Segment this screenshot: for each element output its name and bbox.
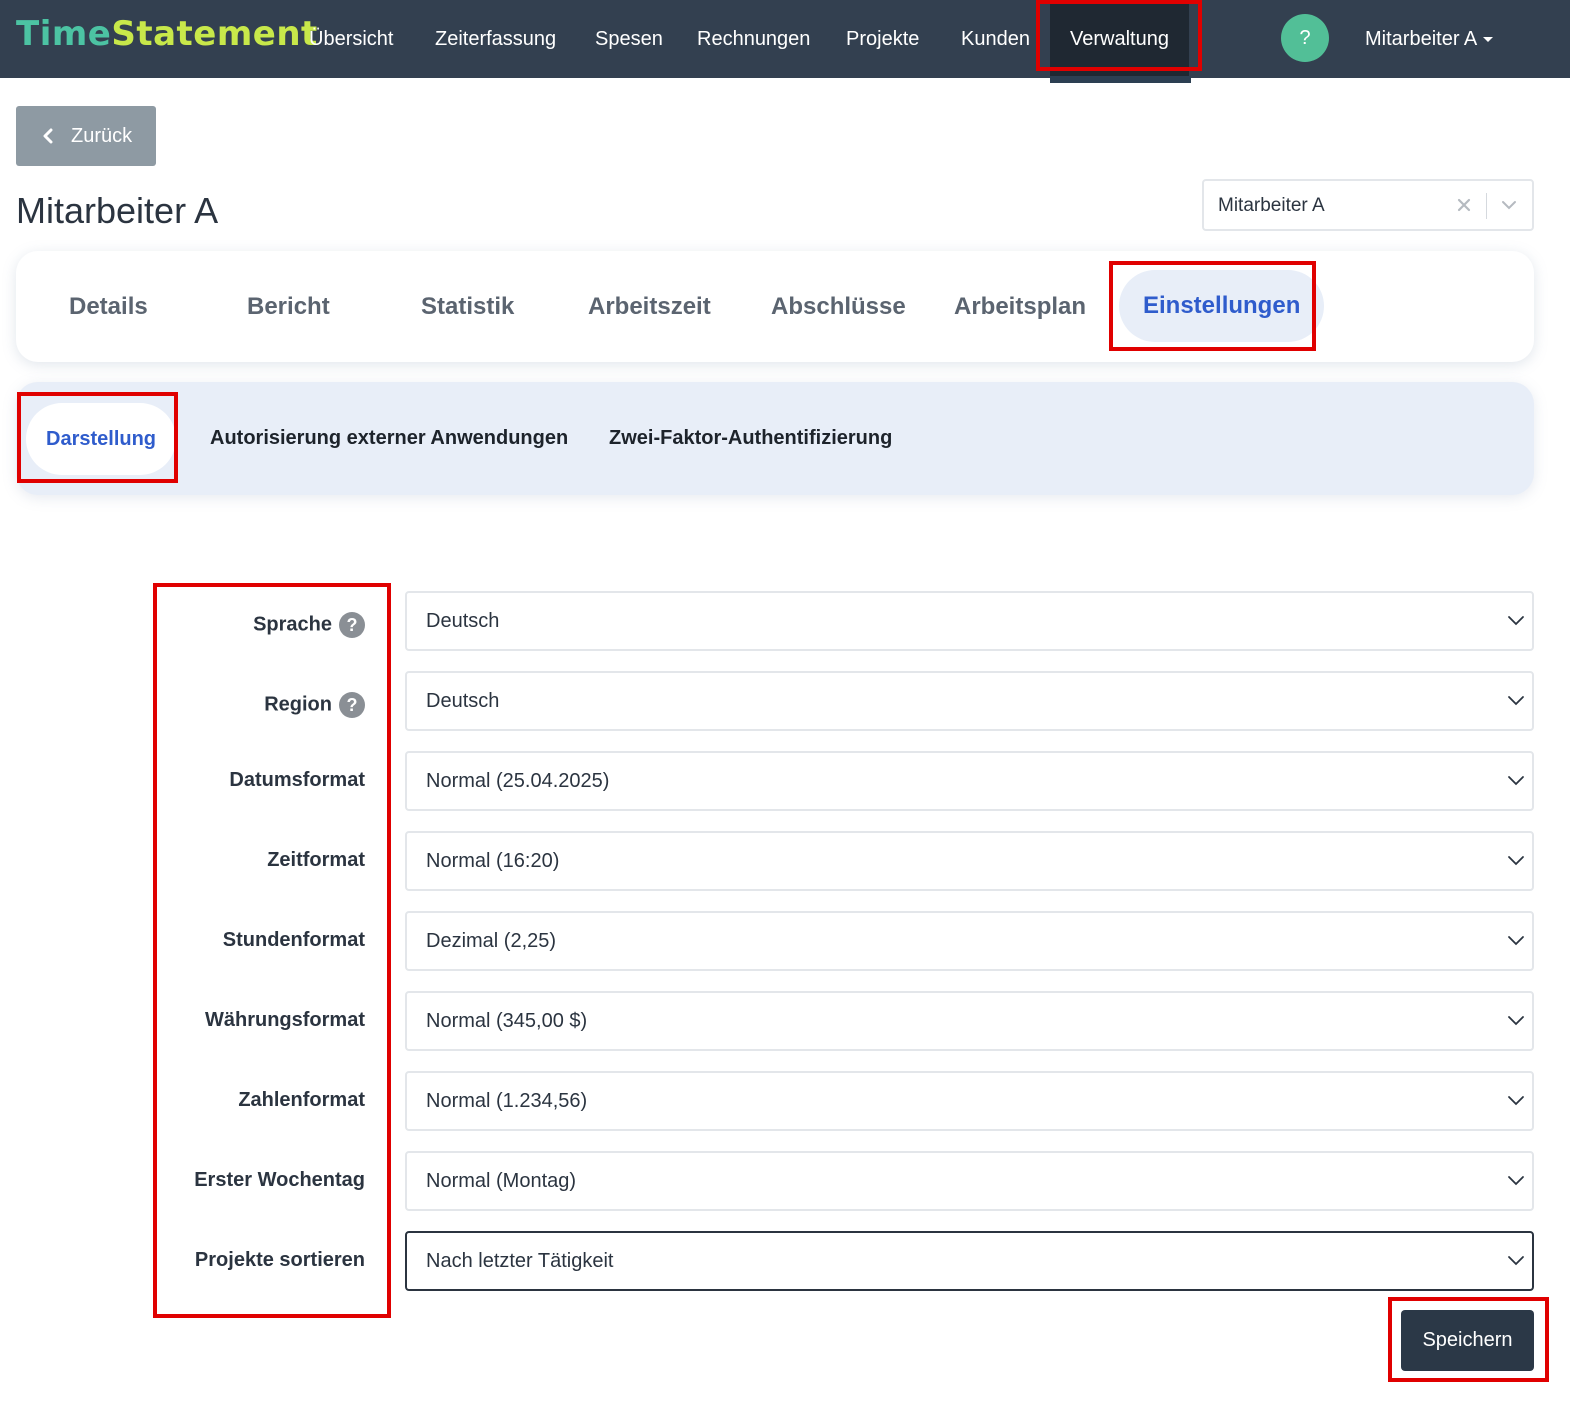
select-separator [1486, 193, 1487, 219]
label-region: Region? [160, 692, 365, 718]
select-waehrungsformat-value: Normal (345,00 $) [426, 1010, 588, 1032]
select-stundenformat[interactable]: Dezimal (2,25) [405, 911, 1534, 971]
page-title: Mitarbeiter A [16, 190, 219, 231]
select-region[interactable]: Deutsch [405, 671, 1534, 731]
nav-item-projekte[interactable]: Projekte [846, 0, 919, 78]
select-projekte-sortieren[interactable]: Nach letzter Tätigkeit [405, 1231, 1534, 1291]
clear-icon[interactable] [1452, 193, 1476, 217]
label-waehrungsformat: Währungsformat [205, 1009, 365, 1031]
select-projekte-sortieren-value: Nach letzter Tätigkeit [426, 1250, 614, 1272]
employee-select[interactable]: Mitarbeiter A [1202, 179, 1534, 231]
settings-subtabs: Darstellung Autorisierung externer Anwen… [16, 382, 1534, 495]
tab-details[interactable]: Details [69, 251, 148, 362]
chevron-down-icon [1508, 1256, 1524, 1266]
label-zahlenformat: Zahlenformat [238, 1089, 365, 1111]
tab-einstellungen[interactable]: Einstellungen [1119, 270, 1325, 342]
chevron-left-icon [43, 128, 53, 144]
tab-bericht[interactable]: Bericht [247, 251, 330, 362]
select-sprache-value: Deutsch [426, 610, 500, 632]
chevron-down-icon [1508, 1016, 1524, 1026]
chevron-down-icon [1508, 1096, 1524, 1106]
chevron-down-icon [1508, 616, 1524, 626]
nav-item-uebersicht[interactable]: Übersicht [309, 0, 393, 78]
tab-statistik[interactable]: Statistik [421, 251, 514, 362]
back-button-label: Zurück [71, 125, 133, 147]
label-sprache: Sprache? [160, 612, 365, 638]
question-icon[interactable]: ? [339, 612, 365, 638]
subtab-darstellung[interactable]: Darstellung [26, 403, 177, 475]
active-nav-indicator [1050, 76, 1191, 83]
nav-item-zeiterfassung[interactable]: Zeiterfassung [435, 0, 556, 78]
select-zahlenformat[interactable]: Normal (1.234,56) [405, 1071, 1534, 1131]
nav-item-rechnungen[interactable]: Rechnungen [697, 0, 810, 78]
chevron-down-icon [1508, 936, 1524, 946]
employee-select-value: Mitarbeiter A [1218, 195, 1325, 216]
select-waehrungsformat[interactable]: Normal (345,00 $) [405, 991, 1534, 1051]
logo-part-time: Time [16, 14, 112, 54]
caret-down-icon [1483, 37, 1494, 43]
label-zeitformat: Zeitformat [267, 849, 365, 871]
select-region-value: Deutsch [426, 690, 500, 712]
select-datumsformat-value: Normal (25.04.2025) [426, 770, 610, 792]
label-stundenformat: Stundenformat [222, 929, 365, 951]
employee-tabs: Details Bericht Statistik Arbeitszeit Ab… [16, 251, 1534, 362]
question-icon[interactable]: ? [339, 692, 365, 718]
subtab-zwei-faktor[interactable]: Zwei-Faktor-Authentifizierung [609, 382, 892, 495]
user-menu[interactable]: Mitarbeiter A [1365, 0, 1494, 78]
chevron-down-icon [1508, 1176, 1524, 1186]
subtab-autorisierung[interactable]: Autorisierung externer Anwendungen [210, 382, 568, 495]
tab-arbeitsplan[interactable]: Arbeitsplan [954, 251, 1086, 362]
select-zeitformat[interactable]: Normal (16:20) [405, 831, 1534, 891]
logo-part-statement: Statement [111, 14, 318, 54]
label-region-text: Region [264, 693, 332, 716]
back-button[interactable]: Zurück [16, 106, 156, 166]
select-stundenformat-value: Dezimal (2,25) [426, 930, 557, 952]
select-datumsformat[interactable]: Normal (25.04.2025) [405, 751, 1534, 811]
tab-abschluesse[interactable]: Abschlüsse [771, 251, 906, 362]
label-erster-wochentag: Erster Wochentag [194, 1169, 365, 1191]
select-zahlenformat-value: Normal (1.234,56) [426, 1090, 588, 1112]
nav-item-verwaltung[interactable]: Verwaltung [1050, 0, 1189, 78]
select-sprache[interactable]: Deutsch [405, 591, 1534, 651]
select-erster-wochentag-value: Normal (Montag) [426, 1170, 577, 1192]
nav-item-kunden[interactable]: Kunden [961, 0, 1030, 78]
label-projekte-sortieren: Projekte sortieren [194, 1249, 365, 1271]
help-button[interactable]: ? [1281, 14, 1329, 62]
save-button[interactable]: Speichern [1401, 1310, 1534, 1371]
tab-arbeitszeit[interactable]: Arbeitszeit [588, 251, 711, 362]
select-erster-wochentag[interactable]: Normal (Montag) [405, 1151, 1534, 1211]
chevron-down-icon [1508, 856, 1524, 866]
user-menu-label: Mitarbeiter A [1365, 28, 1478, 50]
chevron-down-icon [1508, 776, 1524, 786]
label-datumsformat: Datumsformat [229, 769, 365, 791]
select-zeitformat-value: Normal (16:20) [426, 850, 560, 872]
label-sprache-text: Sprache [253, 613, 332, 636]
top-navbar: TimeStatement Übersicht Zeiterfassung Sp… [0, 0, 1570, 78]
app-logo[interactable]: TimeStatement [16, 14, 318, 54]
nav-item-spesen[interactable]: Spesen [595, 0, 663, 78]
chevron-down-icon[interactable] [1498, 194, 1520, 216]
chevron-down-icon [1508, 696, 1524, 706]
